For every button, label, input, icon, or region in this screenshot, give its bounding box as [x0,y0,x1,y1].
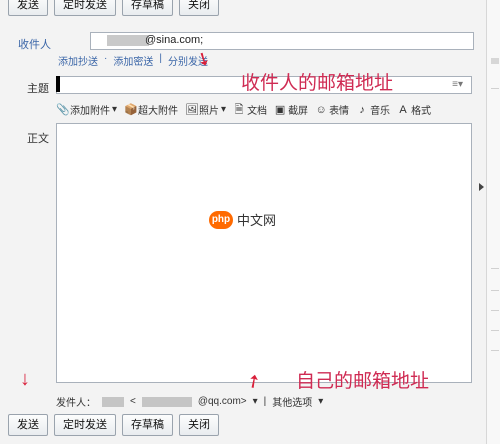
to-input[interactable]: @sina.com; [90,32,474,50]
paperclip-icon: 📎 [56,103,70,116]
close-button-bottom[interactable]: 关闭 [179,414,219,436]
large-attachment[interactable]: 📦 超大附件 [124,102,178,118]
timed-send-button-bottom[interactable]: 定时发送 [54,414,116,436]
panel-line [491,88,499,89]
large-attachment-icon: 📦 [124,103,138,116]
document-button[interactable]: 🗎 文档 [233,102,267,118]
arrow-to-send: ↓ [20,368,30,390]
format-button[interactable]: A 格式 [397,102,431,118]
scroll-indicator [491,58,499,64]
top-toolbar: 发送 定时发送 存草稿 关闭 [0,0,219,16]
php-logo: php [209,210,233,229]
to-email-value: @sina.com; [145,34,204,46]
close-button-top[interactable]: 关闭 [179,0,219,16]
masked-sender-name [102,396,124,407]
recipient-links: 添加抄送 · 添加密送 | 分别发送 [58,53,208,68]
panel-line [491,268,499,269]
masked-recipient [107,35,149,46]
emoji-button[interactable]: ☺ 表情 [315,102,349,118]
document-icon: 🗎 [234,103,244,116]
save-draft-button-bottom[interactable]: 存草稿 [122,414,173,436]
panel-line [491,350,499,351]
caret [56,76,60,92]
panel-line [491,290,499,291]
body-editor[interactable] [56,123,472,383]
chevron-down-icon[interactable]: ▾ [112,104,117,115]
masked-sender-email [141,396,192,407]
recipient-annotation: 收件人的邮箱地址 [241,73,394,94]
photo-icon: 🖼 [185,103,199,116]
separator: | [263,396,267,407]
sender-annotation: 自己的邮箱地址 [296,371,430,392]
panel-line [491,310,499,311]
add-bcc-link[interactable]: 添加密送 [113,53,153,68]
subject-hint[interactable]: ≡▾ [452,79,463,90]
timed-send-button-top[interactable]: 定时发送 [54,0,116,16]
add-attachment[interactable]: 📎 添加附件 ▾ [56,102,117,118]
chevron-down-icon[interactable]: ▾ [318,396,323,407]
other-options-link[interactable]: 其他选项 [272,394,312,409]
photo-button[interactable]: 🖼 照片 ▾ [185,102,226,118]
bottom-toolbar: 发送 定时发送 存草稿 关闭 [0,414,219,436]
body-label: 正文 [27,133,49,145]
php-text: 中文网 [237,213,277,228]
music-icon: ♪ [359,103,365,116]
sender-email-value: @qq.com> [197,396,247,407]
site-watermark: php 中文网 [209,210,276,229]
format-icon: A [399,103,407,116]
attachment-toolbar: 📎 添加附件 ▾ 📦 超大附件 🖼 照片 ▾ 🗎 文档 ▣ 截屏 ☺ 表情 ♪ 音乐 A 格式 [56,102,431,118]
emoji-icon: ☺ [315,103,327,116]
screenshot-icon: ▣ [274,103,286,116]
sender-dropdown-icon[interactable]: ▾ [253,396,258,407]
right-arrow-icon[interactable] [479,183,484,191]
add-cc-link[interactable]: 添加抄送 [58,53,98,68]
sender-label: 发件人： [56,398,96,409]
chevron-down-icon[interactable]: ▾ [221,104,226,115]
right-panel [486,0,500,444]
subject-label: 主题 [27,83,49,95]
send-button-bottom[interactable]: 发送 [8,414,48,436]
music-button[interactable]: ♪ 音乐 [356,102,390,118]
sender-row: 发件人： < @qq.com> ▾ | 其他选项 ▾ [56,394,324,409]
screenshot-button[interactable]: ▣ 截屏 [274,102,308,118]
send-button-top[interactable]: 发送 [8,0,48,16]
panel-line [491,330,499,331]
to-label[interactable]: 收件人 [18,36,51,52]
save-draft-button-top[interactable]: 存草稿 [122,0,173,16]
